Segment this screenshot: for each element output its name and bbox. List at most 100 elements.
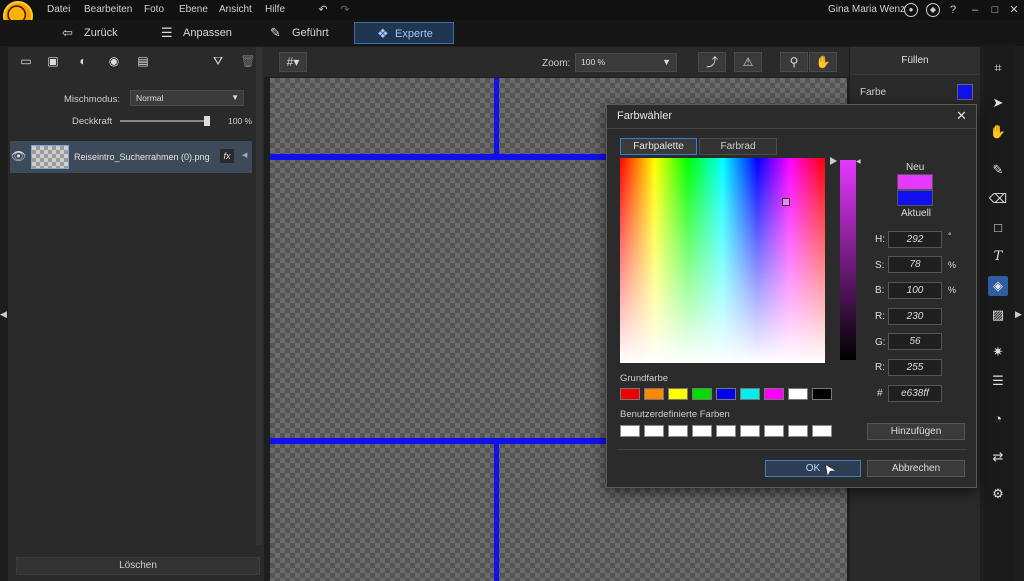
green-input[interactable]: 56 <box>888 333 942 350</box>
custom-color-swatch[interactable] <box>764 425 784 437</box>
menu-datei[interactable]: Datei <box>47 4 70 15</box>
basic-color-swatch[interactable] <box>620 388 640 400</box>
basic-color-swatch[interactable] <box>764 388 784 400</box>
saturation-input[interactable]: 78 <box>888 256 942 273</box>
menu-hilfe[interactable]: Hilfe <box>265 4 285 15</box>
new-layer-icon[interactable]: ▭ <box>16 54 36 72</box>
layer-name: Reiseintro_Sucherrahmen (0).png <box>74 152 210 162</box>
red-input[interactable]: 230 <box>888 308 942 325</box>
crop-icon[interactable]: ⌗ <box>988 58 1008 78</box>
tab-palette[interactable]: Farbpalette <box>620 138 697 155</box>
close-icon[interactable]: ✕ <box>956 108 967 124</box>
current-color-swatch[interactable] <box>897 190 933 206</box>
move-icon[interactable]: ➤ <box>988 93 1008 113</box>
layers-panel <box>8 47 264 581</box>
expert-mode-button[interactable]: ❖ Experte <box>354 22 454 44</box>
notification-icon[interactable]: ◆ <box>926 3 940 17</box>
blend-mode-select[interactable]: Normal ▼ <box>130 90 244 106</box>
hand-tool-icon[interactable]: ✋ <box>809 52 837 72</box>
color-field[interactable] <box>620 158 825 363</box>
help-icon[interactable]: ? <box>946 3 960 17</box>
text-tool-icon[interactable]: T <box>988 247 1008 267</box>
basic-color-swatch[interactable] <box>644 388 664 400</box>
basic-color-swatch[interactable] <box>788 388 808 400</box>
menu-foto[interactable]: Foto <box>144 4 164 15</box>
custom-color-swatch[interactable] <box>740 425 760 437</box>
zoom-select[interactable]: 100 % ▼ <box>575 53 677 72</box>
adjust-mode-button[interactable]: ☰ Anpassen <box>155 22 232 44</box>
custom-color-swatch[interactable] <box>620 425 640 437</box>
account-icon[interactable]: ● <box>904 3 918 17</box>
menu-ebene[interactable]: Ebene <box>179 4 208 15</box>
cancel-button[interactable]: Abbrechen <box>867 460 965 477</box>
eraser-icon[interactable]: ⌫ <box>988 189 1008 209</box>
opacity-value: 100 % <box>228 116 253 126</box>
filter-icon[interactable]: ⛛ <box>208 54 228 72</box>
transform-icon[interactable]: ⇄ <box>988 447 1008 467</box>
delete-button[interactable]: Löschen <box>16 557 260 575</box>
custom-color-swatch[interactable] <box>692 425 712 437</box>
layer-menu-icon[interactable]: ▤ <box>133 54 153 72</box>
trash-icon[interactable]: 🗑 <box>238 54 258 72</box>
brightness-input[interactable]: 100 <box>888 282 942 299</box>
redo-icon[interactable]: ↷ <box>338 3 352 17</box>
collapse-left-icon[interactable]: ◀ <box>0 309 7 320</box>
basic-color-swatch[interactable] <box>740 388 760 400</box>
tab-color-wheel[interactable]: Farbrad <box>699 138 777 155</box>
custom-color-swatch[interactable] <box>788 425 808 437</box>
basic-color-swatch[interactable] <box>692 388 712 400</box>
mask-icon[interactable]: ◉ <box>104 54 124 72</box>
custom-color-swatch[interactable] <box>644 425 664 437</box>
grid-icon[interactable]: #▾ <box>279 52 307 72</box>
add-image-layer-icon[interactable]: ▣ <box>43 54 63 72</box>
rotate-icon[interactable]: ⤴ <box>698 52 726 72</box>
zoom-tool-icon[interactable]: ⚲ <box>780 52 808 72</box>
selection-brush-icon[interactable]: ✋ <box>988 122 1008 142</box>
guided-mode-button[interactable]: ✎ Geführt <box>264 22 329 44</box>
basic-color-swatch[interactable] <box>716 388 736 400</box>
layer-expand-icon[interactable]: ◀ <box>242 151 247 159</box>
mode-bar <box>0 20 1024 46</box>
rectangle-icon[interactable]: □ <box>988 218 1008 238</box>
layers-icon: ❖ <box>377 26 389 41</box>
hue-input[interactable]: 292 <box>888 231 942 248</box>
custom-color-swatch[interactable] <box>668 425 688 437</box>
adjustment-layer-icon[interactable]: ◐ <box>73 54 93 72</box>
gear-icon[interactable]: ⚙ <box>988 484 1008 504</box>
layer-thumbnail <box>31 145 69 169</box>
menu-bearbeiten[interactable]: Bearbeiten <box>84 4 132 15</box>
basic-color-swatch[interactable] <box>812 388 832 400</box>
gradient-icon[interactable]: ▨ <box>988 305 1008 325</box>
minimize-icon[interactable]: – <box>968 3 982 17</box>
ok-button[interactable]: OK <box>765 460 861 477</box>
blue-input[interactable]: 255 <box>888 359 942 376</box>
brightness-slider[interactable] <box>840 160 856 360</box>
magic-wand-icon[interactable]: ✷ <box>988 342 1008 362</box>
fill-color-swatch[interactable] <box>957 84 973 100</box>
custom-color-swatch[interactable] <box>812 425 832 437</box>
opacity-slider-handle[interactable] <box>204 116 210 126</box>
layers-scrollbar[interactable] <box>256 47 262 545</box>
paint-bucket-icon[interactable]: ◈ <box>988 276 1008 296</box>
hex-input[interactable]: e638ff <box>888 385 942 402</box>
custom-color-swatch[interactable] <box>716 425 736 437</box>
eye-icon[interactable]: 👁 <box>11 149 26 163</box>
opacity-slider[interactable] <box>120 120 210 122</box>
color-wheel-icon[interactable]: ◔ <box>988 409 1008 429</box>
flip-icon[interactable]: ⚠ <box>734 52 762 72</box>
fx-icon[interactable]: fx <box>220 149 234 163</box>
add-custom-color-button[interactable]: Hinzufügen <box>867 423 965 440</box>
basic-color-swatch[interactable] <box>668 388 688 400</box>
brush-icon[interactable]: ✎ <box>988 160 1008 180</box>
collapse-right-icon[interactable]: ▶ <box>1015 309 1022 320</box>
undo-icon[interactable]: ↶ <box>316 3 330 17</box>
brightness-slider-handle[interactable] <box>830 157 837 165</box>
back-button[interactable]: ⇦ Zurück <box>56 22 118 44</box>
menu-ansicht[interactable]: Ansicht <box>219 4 252 15</box>
adjustments-icon[interactable]: ☰ <box>988 371 1008 391</box>
close-window-icon[interactable]: ✕ <box>1007 3 1021 17</box>
divider <box>607 128 976 129</box>
maximize-icon[interactable]: □ <box>988 3 1002 17</box>
color-field-cursor[interactable] <box>782 198 790 206</box>
saturation-label: S: <box>875 260 885 271</box>
